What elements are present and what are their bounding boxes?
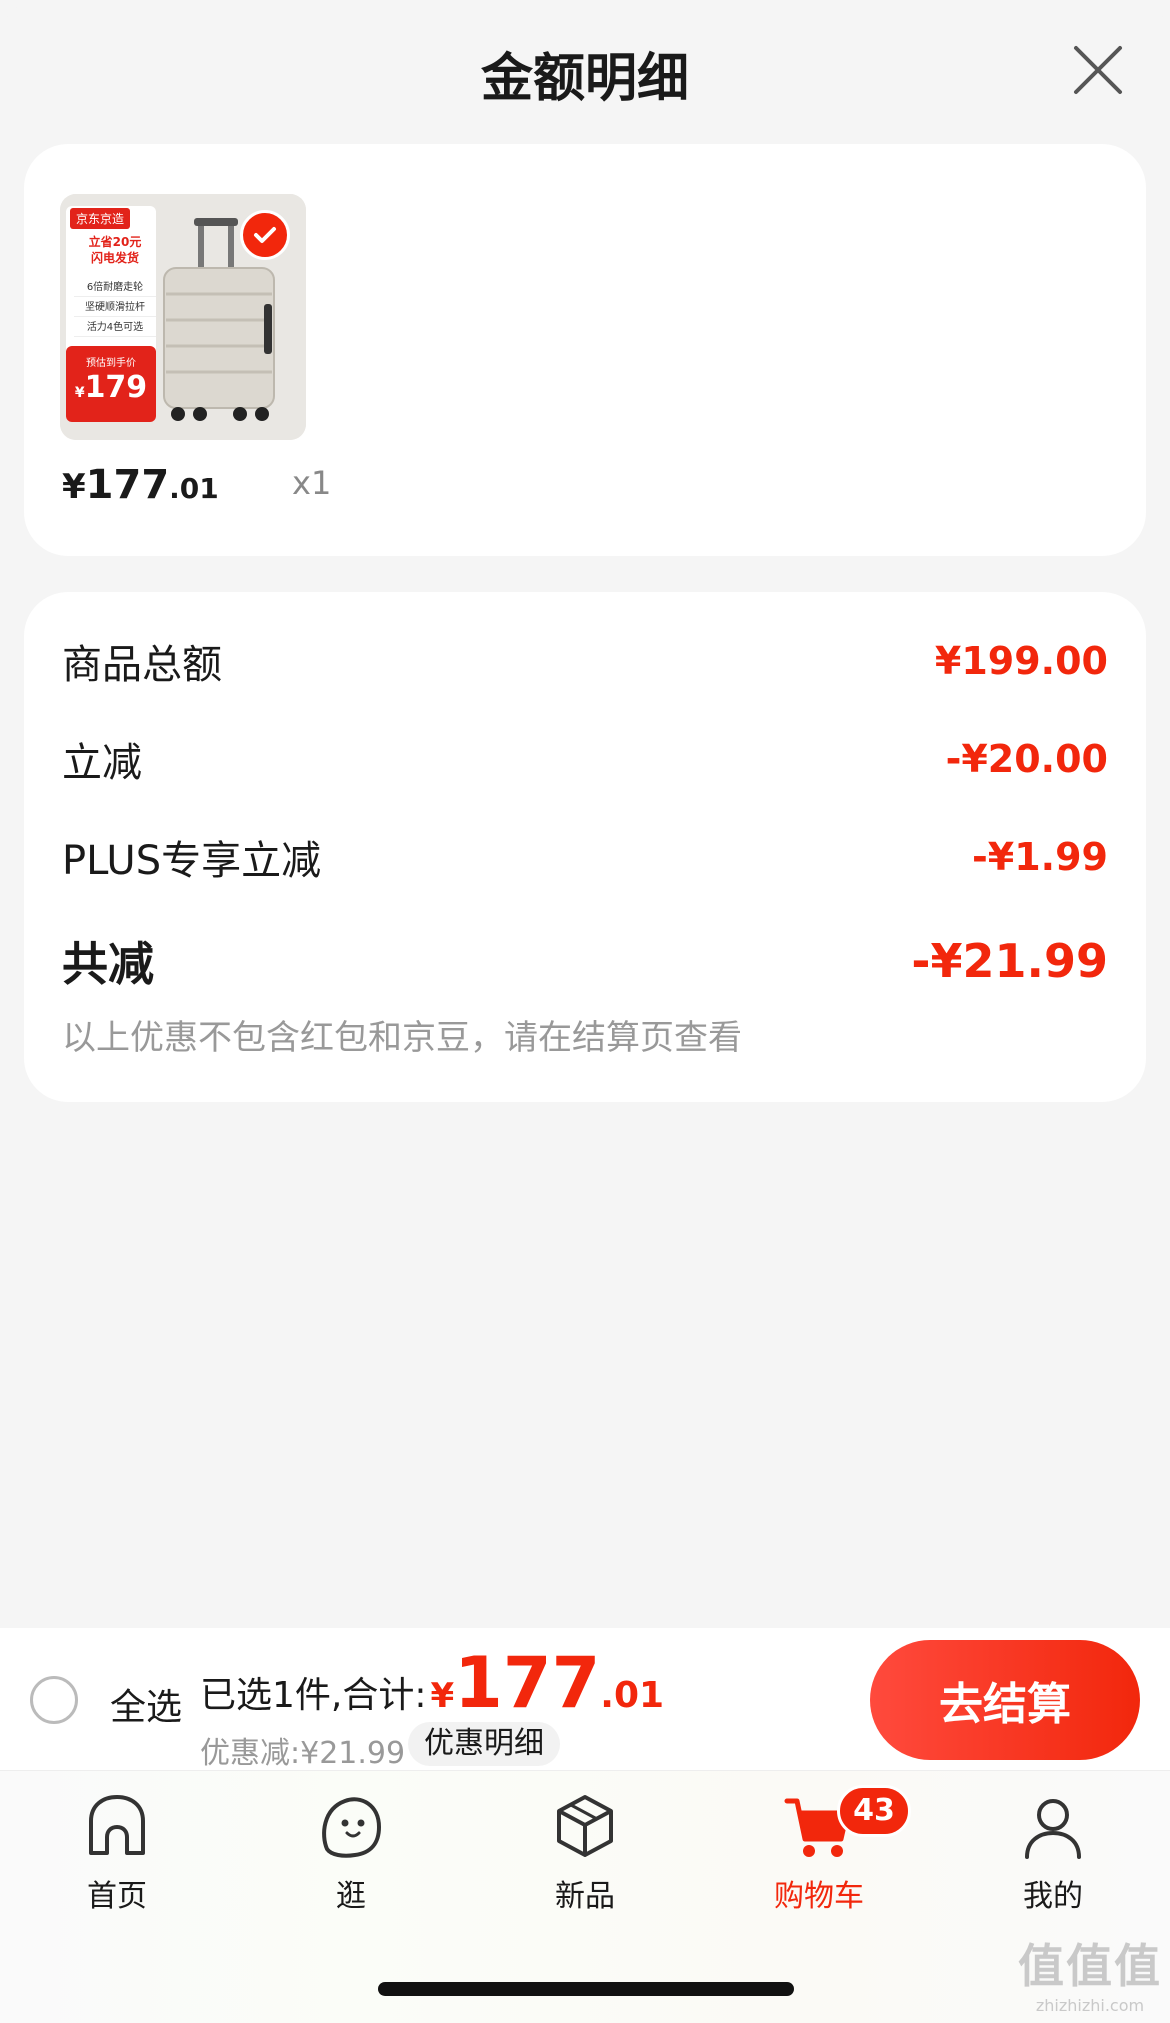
browse-face-icon bbox=[322, 1797, 381, 1858]
tab-label: 新品 bbox=[555, 1879, 615, 1914]
brand-tag: 京东京造 bbox=[70, 208, 131, 229]
promo-feature: 活力4色可选 bbox=[74, 318, 156, 337]
summary-value: -¥1.99 bbox=[972, 835, 1108, 879]
home-icon bbox=[89, 1795, 145, 1855]
tab-profile[interactable]: 我的 bbox=[963, 1791, 1143, 1914]
summary-value: -¥20.00 bbox=[945, 737, 1108, 781]
close-icon bbox=[1074, 46, 1122, 94]
product-quantity: x1 bbox=[292, 464, 332, 502]
checkout-button[interactable]: 去结算 bbox=[870, 1640, 1140, 1760]
selected-check-badge bbox=[240, 210, 290, 260]
tab-label: 首页 bbox=[87, 1879, 147, 1914]
summary-value: ¥199.00 bbox=[934, 639, 1108, 683]
tab-label: 我的 bbox=[1023, 1879, 1083, 1914]
summary-label: 商品总额 bbox=[62, 642, 222, 688]
discount-detail-button[interactable]: 优惠明细 bbox=[408, 1722, 560, 1766]
summary-total-label: 共减 bbox=[62, 937, 154, 991]
discount-amount: 优惠减:¥21.99 bbox=[200, 1736, 406, 1771]
close-button[interactable] bbox=[1070, 42, 1126, 98]
tab-label: 逛 bbox=[336, 1879, 366, 1914]
promo-feature: 坚硬顺滑拉杆 bbox=[74, 298, 156, 317]
summary-total-value: -¥21.99 bbox=[911, 934, 1108, 988]
sheet-title: 金额明细 bbox=[480, 49, 689, 109]
promo-price-label: 预估到手价 bbox=[86, 358, 136, 369]
profile-icon bbox=[1025, 1799, 1081, 1859]
checkout-bar: 全选 已选1件,合计: ¥ 177 .01 优惠减:¥21.99 优惠明细 去结… bbox=[0, 1628, 1170, 1771]
select-all-radio[interactable] bbox=[30, 1676, 78, 1724]
summary-note: 以上优惠不包含红包和京豆，请在结算页查看 bbox=[62, 1018, 742, 1058]
tab-browse[interactable]: 逛 bbox=[261, 1791, 441, 1914]
promo-feature: 6倍耐磨走轮 bbox=[74, 278, 156, 297]
watermark: 值值值 zhizhizhi.com bbox=[1018, 1939, 1162, 2015]
tab-new-products[interactable]: 新品 bbox=[495, 1791, 675, 1914]
summary-label: 立减 bbox=[62, 740, 142, 786]
product-price: ¥177.01 bbox=[62, 462, 219, 508]
product-thumbnail[interactable]: 京东京造 立省20元 闪电发货 6倍耐磨走轮 坚硬顺滑拉杆 活力4色可选 预估到… bbox=[60, 194, 306, 440]
summary-label: PLUS专享立减 bbox=[62, 838, 322, 884]
amount-summary-card: 商品总额 ¥199.00 立减 -¥20.00 PLUS专享立减 -¥1.99 … bbox=[24, 592, 1146, 1102]
tab-label: 购物车 bbox=[774, 1879, 864, 1914]
sheet-header: 金额明细 bbox=[0, 0, 1170, 140]
summary-row-instant-discount: 立减 -¥20.00 bbox=[62, 730, 1108, 788]
new-product-box-icon bbox=[557, 1795, 613, 1857]
promo-price-box: 预估到手价 ¥179 bbox=[66, 346, 156, 422]
summary-row-plus-discount: PLUS专享立减 -¥1.99 bbox=[62, 828, 1108, 886]
promo-headline: 立省20元 闪电发货 bbox=[88, 235, 142, 265]
summary-row-total-discount: 共减 -¥21.99 bbox=[62, 928, 1108, 994]
selected-total: 已选1件,合计: ¥ 177 .01 bbox=[200, 1642, 665, 1724]
tab-cart[interactable]: 购物车 43 bbox=[729, 1785, 911, 1914]
checkmark-icon bbox=[254, 227, 276, 243]
product-card: 京东京造 立省20元 闪电发货 6倍耐磨走轮 坚硬顺滑拉杆 活力4色可选 预估到… bbox=[24, 144, 1146, 556]
home-indicator[interactable] bbox=[378, 1982, 794, 1996]
promo-price: ¥179 bbox=[74, 370, 148, 405]
select-all-label[interactable]: 全选 bbox=[110, 1678, 182, 1730]
cart-count-badge: 43 bbox=[837, 1785, 911, 1837]
summary-row-subtotal: 商品总额 ¥199.00 bbox=[62, 632, 1108, 690]
tab-home[interactable]: 首页 bbox=[27, 1791, 207, 1914]
